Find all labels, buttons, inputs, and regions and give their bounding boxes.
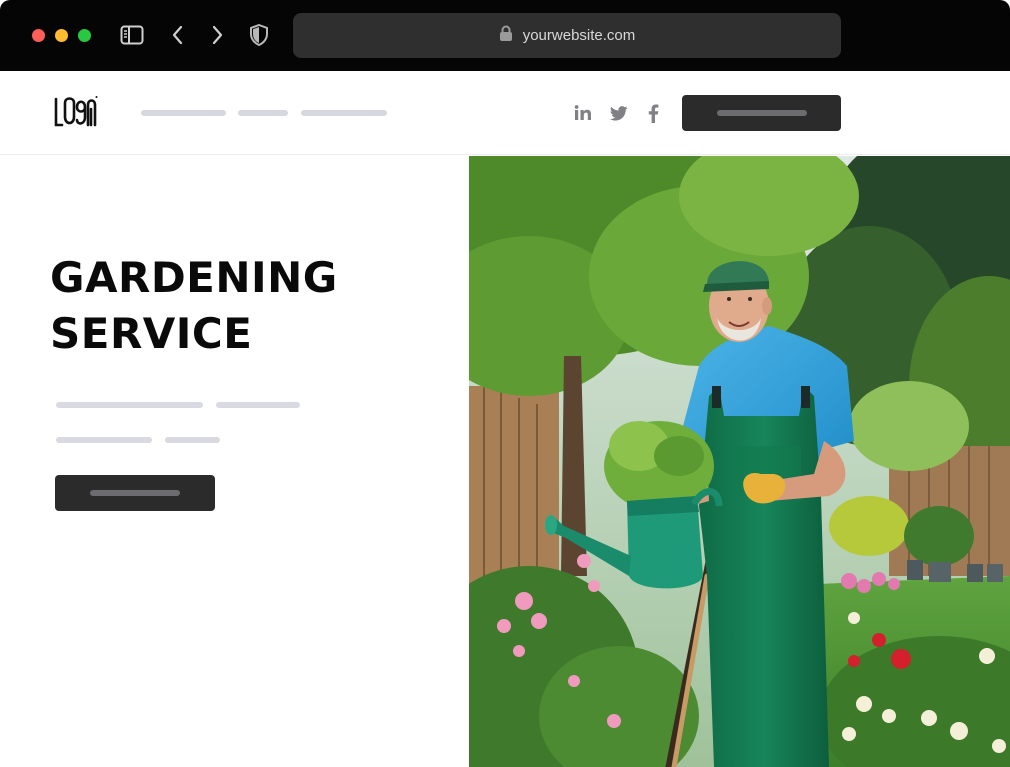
- linkedin-icon[interactable]: [572, 102, 594, 124]
- back-icon[interactable]: [165, 22, 191, 48]
- button-label-placeholder: [716, 110, 807, 116]
- paragraph-placeholder-line: [216, 402, 300, 408]
- address-bar[interactable]: yourwebsite.com: [293, 13, 841, 58]
- button-label-placeholder: [90, 490, 180, 496]
- hero-title-line-1: GARDENING: [50, 253, 338, 302]
- logo[interactable]: [54, 95, 98, 129]
- hero-title: GARDENING SERVICE: [50, 250, 430, 362]
- paragraph-placeholder-line: [56, 402, 203, 408]
- nav-link-placeholder[interactable]: [238, 110, 288, 116]
- url-text: yourwebsite.com: [522, 27, 636, 44]
- site-header: [0, 71, 1010, 155]
- shield-icon[interactable]: [246, 22, 272, 48]
- paragraph-placeholder-line: [56, 437, 152, 443]
- nav-link-placeholder[interactable]: [141, 110, 226, 116]
- hero-cta-button[interactable]: [55, 475, 215, 511]
- paragraph-placeholder-line: [165, 437, 220, 443]
- hero-image-gardener: [469, 156, 1010, 767]
- close-window-button[interactable]: [32, 29, 45, 42]
- hero-title-line-2: SERVICE: [50, 309, 253, 358]
- maximize-window-button[interactable]: [78, 29, 91, 42]
- twitter-icon[interactable]: [608, 102, 630, 124]
- lock-icon: [499, 25, 513, 47]
- browser-chrome: yourwebsite.com: [0, 0, 1010, 71]
- minimize-window-button[interactable]: [55, 29, 68, 42]
- facebook-icon[interactable]: [642, 102, 664, 124]
- nav-link-placeholder[interactable]: [301, 110, 387, 116]
- sidebar-icon[interactable]: [119, 22, 145, 48]
- forward-icon[interactable]: [204, 22, 230, 48]
- header-cta-button[interactable]: [682, 95, 841, 131]
